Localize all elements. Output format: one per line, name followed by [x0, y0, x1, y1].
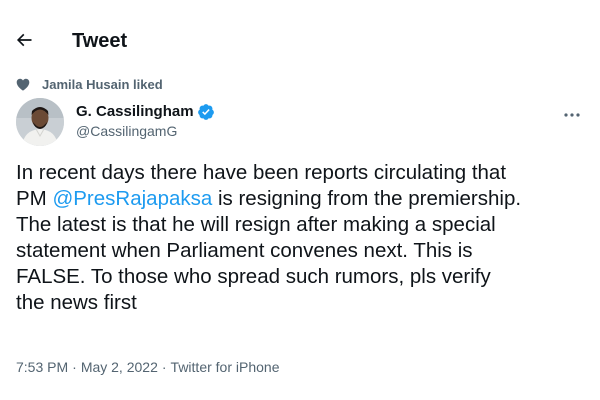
tweet-text-segment: The latest is that he will resign after …: [16, 213, 496, 236]
tweet-line: the news first: [16, 290, 596, 316]
tweet-text-segment: statement when Parliament convenes next.…: [16, 239, 473, 262]
tweet-meta: 7:53 PM · May 2, 2022 · Twitter for iPho…: [16, 358, 279, 376]
tweet-text-segment: In recent days there have been reports c…: [16, 161, 507, 184]
tweet-page: Tweet Jamila Husain liked G. Cassilingha…: [0, 0, 600, 400]
meta-separator: ·: [72, 359, 77, 375]
tweet-line: PM @PresRajapaksa is resigning from the …: [16, 186, 596, 212]
more-button[interactable]: [558, 100, 586, 128]
meta-separator: ·: [161, 359, 167, 375]
social-context[interactable]: Jamila Husain liked: [16, 76, 163, 92]
heart-icon: [16, 77, 30, 91]
author-handle[interactable]: @CassilingamG: [76, 122, 177, 140]
back-button[interactable]: [6, 24, 42, 60]
tweet-text: In recent days there have been reports c…: [16, 160, 596, 316]
tweet-date[interactable]: May 2, 2022: [81, 358, 158, 376]
avatar[interactable]: [16, 98, 64, 146]
tweet-text-segment: PM: [16, 187, 53, 210]
tweet-line: The latest is that he will resign after …: [16, 212, 596, 238]
page-header: Tweet: [0, 0, 600, 72]
tweet-line: FALSE. To those who spread such rumors, …: [16, 264, 596, 290]
tweet-text-segment: the news first: [16, 291, 137, 314]
social-context-label: Jamila Husain liked: [42, 76, 163, 92]
page-title: Tweet: [72, 30, 128, 52]
author-name-row: G. Cassilingham: [76, 102, 215, 122]
arrow-left-icon: [14, 30, 34, 55]
tweet-time[interactable]: 7:53 PM: [16, 358, 68, 376]
tweet-line: statement when Parliament convenes next.…: [16, 238, 596, 264]
tweet-source[interactable]: Twitter for iPhone: [171, 358, 280, 376]
verified-badge-icon: [197, 103, 215, 121]
author-name[interactable]: G. Cassilingham: [76, 102, 194, 122]
author-row: G. Cassilingham @CassilingamG: [16, 98, 586, 150]
mention-link[interactable]: @PresRajapaksa: [52, 187, 212, 210]
tweet-text-segment: FALSE. To those who spread such rumors, …: [16, 265, 491, 288]
tweet-line: In recent days there have been reports c…: [16, 160, 596, 186]
tweet-text-segment: is resigning from the premiership.: [212, 187, 522, 210]
more-dots-icon: [563, 105, 581, 123]
